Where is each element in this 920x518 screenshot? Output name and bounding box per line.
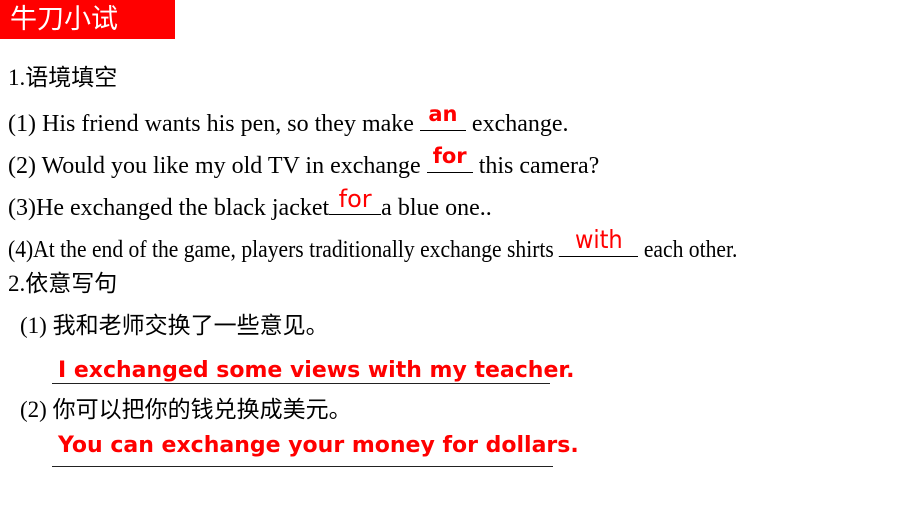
writing-item-2-answer[interactable]: You can exchange your money for dollars. bbox=[58, 433, 579, 459]
item-1-prefix: (1) bbox=[8, 111, 42, 137]
writing-item-1-prompt: (1) 我和老师交换了一些意见。 bbox=[20, 313, 329, 338]
item-4-blank[interactable]: with bbox=[559, 226, 639, 257]
section-2-heading: 2.依意写句 bbox=[8, 271, 118, 296]
section-1-heading: 1.语境填空 bbox=[8, 65, 118, 90]
item-2-text-before: Would you like my old TV in exchange bbox=[41, 153, 427, 179]
item-4-prefix: (4) bbox=[8, 237, 34, 263]
item-4-text-after: each other. bbox=[638, 237, 738, 263]
item-3-text-before: He exchanged the black jacket bbox=[35, 195, 330, 221]
writing-item-2-prompt: (2) 你可以把你的钱兑换成美元。 bbox=[20, 397, 352, 422]
item-2-answer: for bbox=[432, 144, 467, 168]
item-1-blank[interactable]: an bbox=[419, 102, 466, 131]
fill-blank-item-4: (4)At the end of the game, players tradi… bbox=[8, 226, 738, 264]
writing-item-1-answer[interactable]: I exchanged some views with my teacher. bbox=[58, 358, 574, 384]
item-4-text-before: At the end of the game, players traditio… bbox=[33, 237, 560, 263]
item-3-prefix: (3) bbox=[8, 195, 36, 221]
writing-item-1-answer-rule bbox=[52, 383, 550, 384]
item-3-blank[interactable]: for bbox=[329, 185, 382, 215]
item-1-answer: an bbox=[428, 102, 458, 126]
fill-blank-item-2: (2) Would you like my old TV in exchange… bbox=[8, 144, 600, 180]
writing-item-2-answer-rule bbox=[52, 466, 553, 467]
item-2-prefix: (2) bbox=[8, 153, 42, 179]
item-1-text-after: exchange. bbox=[465, 111, 569, 137]
item-3-text-after: a blue one.. bbox=[381, 195, 492, 221]
item-4-answer: with bbox=[574, 225, 623, 254]
slide-page: { "banner": { "title": "牛刀小试", "backgrou… bbox=[0, 0, 920, 518]
item-2-text-after: this camera? bbox=[472, 153, 600, 179]
item-1-text-before: His friend wants his pen, so they make bbox=[41, 111, 420, 137]
page-title: 牛刀小试 bbox=[10, 4, 118, 35]
item-3-answer: for bbox=[338, 185, 372, 213]
fill-blank-item-1: (1) His friend wants his pen, so they ma… bbox=[8, 102, 569, 138]
fill-blank-item-3: (3)He exchanged the black jacket for a blu… bbox=[8, 185, 492, 222]
item-2-blank[interactable]: for bbox=[426, 144, 473, 173]
